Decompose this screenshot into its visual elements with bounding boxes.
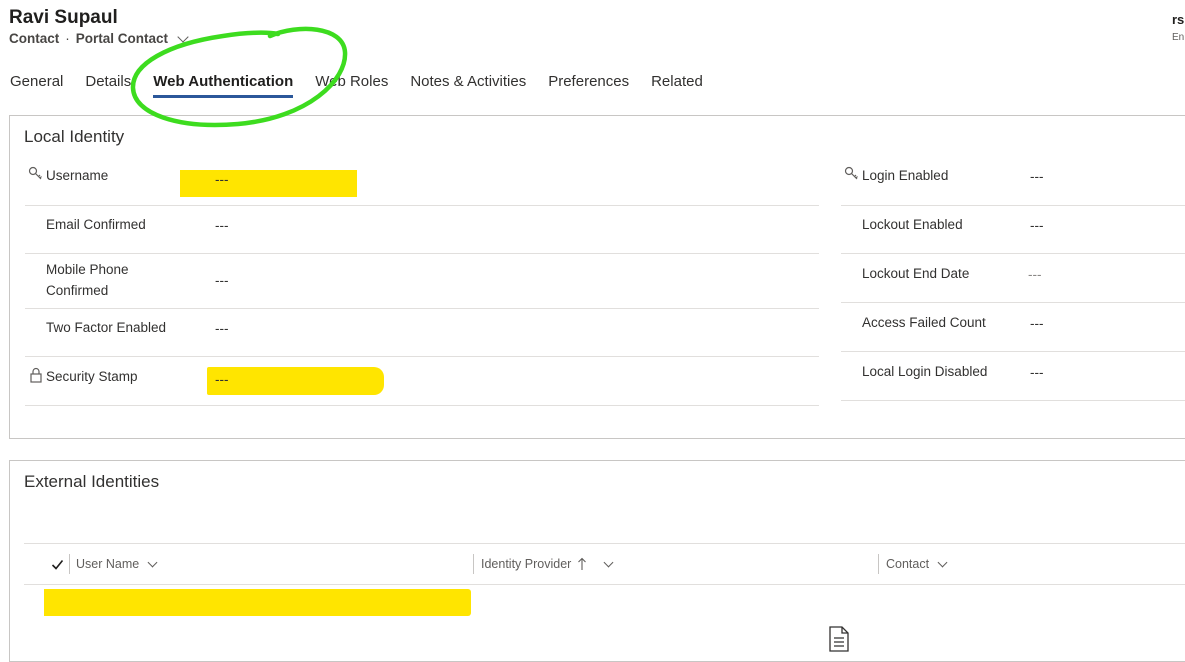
- header-field-label: En: [1172, 32, 1185, 43]
- redaction-highlight: [44, 589, 471, 616]
- field-label-username: Username: [46, 168, 109, 183]
- record-title: Ravi Supaul: [9, 7, 118, 28]
- field-label-mobile-phone-confirmed: Mobile Phone Confirmed: [46, 259, 129, 301]
- field-value-mobile-phone-confirmed[interactable]: ---: [215, 273, 229, 288]
- field-value-local-login-disabled[interactable]: ---: [1030, 365, 1044, 380]
- field-value-access-failed-count[interactable]: ---: [1030, 316, 1044, 331]
- select-all-checkbox[interactable]: [51, 544, 64, 584]
- field-value-email-confirmed[interactable]: ---: [215, 218, 229, 233]
- document-icon: [829, 626, 849, 652]
- tab-preferences[interactable]: Preferences: [548, 73, 629, 98]
- field-label-login-enabled: Login Enabled: [862, 168, 949, 183]
- field-label-two-factor-enabled: Two Factor Enabled: [46, 320, 167, 335]
- lock-icon: [30, 367, 42, 383]
- label-line-2: Confirmed: [46, 283, 109, 298]
- entity-name: Contact: [9, 31, 60, 46]
- tab-details[interactable]: Details: [85, 73, 131, 98]
- field-row-login-enabled: Login Enabled ---: [841, 156, 1185, 206]
- column-separator: [69, 554, 70, 574]
- external-identities-grid-header: User Name Identity Provider Contact: [24, 543, 1185, 585]
- column-header-contact[interactable]: Contact: [886, 544, 948, 584]
- section-title: Local Identity: [24, 127, 125, 146]
- label-line-1: Mobile Phone: [46, 262, 129, 277]
- field-row-username: Username: [25, 156, 819, 206]
- column-separator: [878, 554, 879, 574]
- owner-initials: rs: [1172, 12, 1185, 27]
- key-icon: [844, 166, 858, 180]
- field-label-security-stamp: Security Stamp: [46, 369, 138, 384]
- checkmark-icon: [51, 559, 64, 570]
- column-separator: [473, 554, 474, 574]
- chevron-down-icon: [937, 557, 948, 567]
- field-value-lockout-end-date[interactable]: ---: [1028, 267, 1042, 282]
- field-row-lockout-enabled: Lockout Enabled ---: [841, 205, 1185, 254]
- form-tabs: General Details Web Authentication Web R…: [10, 73, 703, 98]
- field-row-email-confirmed: Email Confirmed ---: [25, 205, 819, 254]
- tab-notes-activities[interactable]: Notes & Activities: [410, 73, 526, 98]
- chevron-down-icon: [603, 557, 614, 567]
- field-label-lockout-enabled: Lockout Enabled: [862, 217, 963, 232]
- redaction-highlight: [180, 170, 357, 197]
- section-title: External Identities: [24, 472, 160, 491]
- column-header-identity-provider[interactable]: Identity Provider: [481, 544, 614, 584]
- redaction-highlight: [207, 367, 384, 395]
- field-label-lockout-end-date: Lockout End Date: [862, 266, 970, 281]
- field-row-local-login-disabled: Local Login Disabled ---: [841, 352, 1185, 401]
- field-label-email-confirmed: Email Confirmed: [46, 217, 146, 232]
- local-identity-section: Local Identity Username --- Email Confir…: [9, 115, 1185, 439]
- column-label: Identity Provider: [481, 557, 572, 571]
- annotation-circle: [130, 26, 348, 128]
- tab-general[interactable]: General: [10, 73, 63, 98]
- field-value-login-enabled[interactable]: ---: [1030, 169, 1044, 184]
- field-label-access-failed-count: Access Failed Count: [862, 315, 986, 330]
- field-value-username[interactable]: ---: [215, 172, 229, 187]
- field-value-two-factor-enabled[interactable]: ---: [215, 321, 229, 336]
- field-label-local-login-disabled: Local Login Disabled: [862, 364, 988, 379]
- field-value-security-stamp[interactable]: ---: [215, 372, 229, 387]
- key-icon: [28, 166, 42, 180]
- field-value-lockout-enabled[interactable]: ---: [1030, 218, 1044, 233]
- column-label: User Name: [76, 557, 140, 571]
- chevron-down-icon: [147, 557, 158, 567]
- column-label: Contact: [886, 557, 930, 571]
- field-row-mobile-phone-confirmed: Mobile Phone Confirmed ---: [25, 254, 819, 309]
- field-row-access-failed-count: Access Failed Count ---: [841, 303, 1185, 352]
- field-row-two-factor-enabled: Two Factor Enabled ---: [25, 308, 819, 357]
- column-header-user-name[interactable]: User Name: [76, 544, 158, 584]
- sort-ascending-icon: [578, 557, 587, 570]
- separator-dot: ·: [65, 31, 70, 46]
- field-row-security-stamp: Security Stamp: [25, 357, 819, 406]
- field-row-lockout-end-date: Lockout End Date ---: [841, 254, 1185, 303]
- tab-related[interactable]: Related: [651, 73, 703, 98]
